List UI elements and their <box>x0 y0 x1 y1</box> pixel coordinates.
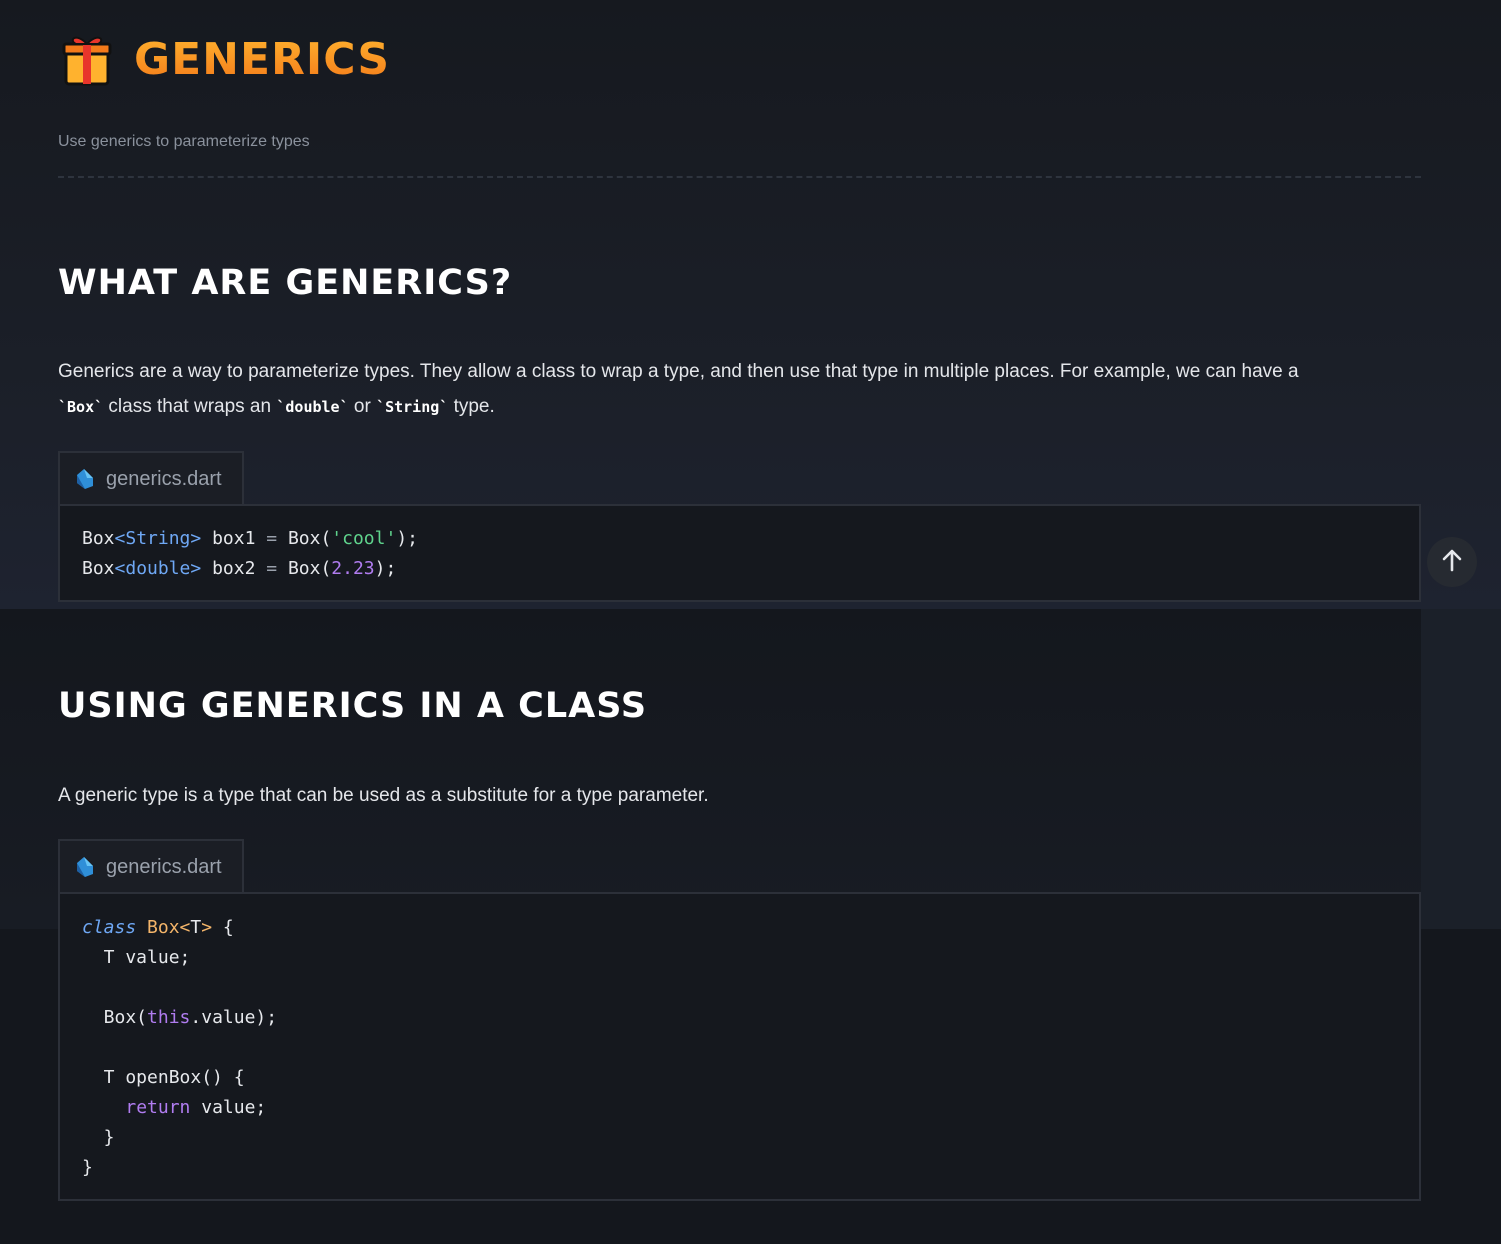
file-name: generics.dart <box>106 855 222 878</box>
code-token: Box <box>82 528 115 549</box>
paragraph-text: or <box>348 396 377 417</box>
code-token: box1 <box>201 528 267 549</box>
code-token: = <box>266 528 278 549</box>
paragraph-text: class that wraps an <box>103 396 277 417</box>
dart-logo-icon <box>73 856 95 878</box>
section-paragraph: A generic type is a type that can be use… <box>58 785 709 806</box>
code-token: T <box>190 917 202 938</box>
code-token: box2 <box>201 558 267 579</box>
code-token: 'cool' <box>331 528 397 549</box>
code-token: > <box>190 528 202 549</box>
inline-code: `Box` <box>58 398 104 416</box>
code-token: < <box>114 528 126 549</box>
code-token: Box( <box>277 558 332 579</box>
paragraph-text: type. <box>448 396 495 417</box>
code-token: ); <box>374 558 397 579</box>
inline-code: `String` <box>376 398 449 416</box>
code-token: { <box>212 917 234 938</box>
code-token: 2.23 <box>331 558 375 579</box>
page-header: GENERICS <box>62 30 390 88</box>
page-title: GENERICS <box>134 33 391 85</box>
code-token: class <box>82 917 137 938</box>
inline-code: `double` <box>276 398 349 416</box>
code-token: T value; <box>82 947 191 968</box>
code-token: > <box>190 558 202 579</box>
gift-icon <box>62 30 112 88</box>
code-content: Box<String> box1 = Box('cool'); Box<doub… <box>60 524 1419 584</box>
code-token: .value); <box>190 1007 278 1028</box>
section-heading-what-are-generics: WHAT ARE GENERICS? <box>58 263 513 303</box>
code-token: value; <box>190 1097 267 1118</box>
code-token: this <box>147 1007 191 1028</box>
code-token: Box <box>147 917 180 938</box>
dart-logo-icon <box>73 468 95 490</box>
section-paragraph: Generics are a way to parameterize types… <box>58 354 1418 425</box>
section-heading-using-generics-in-a-class: USING GENERICS IN A CLASS <box>58 686 648 726</box>
code-token: String <box>125 528 191 549</box>
file-tab-generics-dart[interactable]: generics.dart <box>58 451 244 505</box>
code-token: > <box>201 917 213 938</box>
paragraph-text: Generics are a way to parameterize types… <box>58 361 1299 382</box>
code-token: T openBox() { <box>82 1067 245 1088</box>
code-token: ); <box>396 528 419 549</box>
arrow-up-icon <box>1441 548 1463 576</box>
code-block: class Box<T> { T value; Box(this.value);… <box>58 892 1421 1201</box>
page-subtitle: Use generics to parameterize types <box>58 133 310 150</box>
code-content: class Box<T> { T value; Box(this.value);… <box>60 913 1419 1183</box>
code-token: = <box>266 558 278 579</box>
right-background-panel <box>1421 609 1501 929</box>
code-block: Box<String> box1 = Box('cool'); Box<doub… <box>58 504 1421 602</box>
code-token: Box( <box>82 1007 148 1028</box>
code-token: double <box>125 558 191 579</box>
code-token: } <box>82 1127 115 1148</box>
file-tab-generics-dart[interactable]: generics.dart <box>58 839 244 893</box>
code-token: return <box>125 1097 191 1118</box>
code-token: } <box>82 1157 93 1178</box>
code-token: Box <box>82 558 115 579</box>
divider <box>58 176 1421 178</box>
code-token: Box( <box>277 528 332 549</box>
code-token: < <box>114 558 126 579</box>
scroll-to-top-button[interactable] <box>1427 537 1477 587</box>
file-name: generics.dart <box>106 467 222 490</box>
code-token: < <box>179 917 191 938</box>
